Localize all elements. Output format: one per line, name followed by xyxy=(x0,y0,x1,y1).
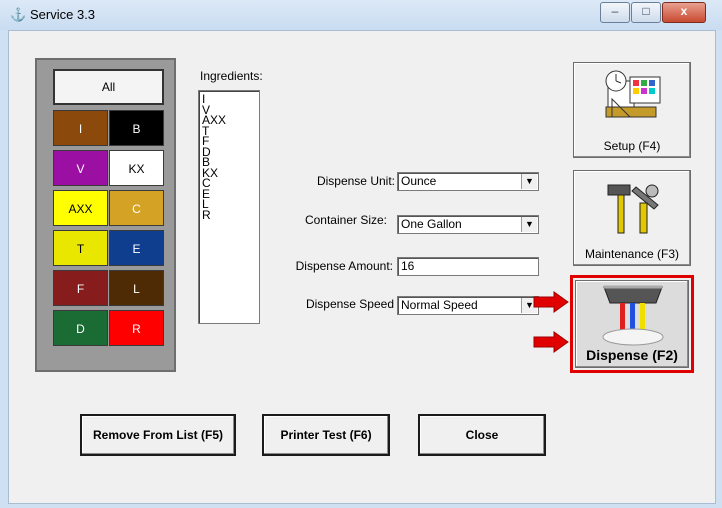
colorant-button[interactable]: F xyxy=(53,270,108,306)
colorant-button[interactable]: T xyxy=(53,230,108,266)
maintenance-button[interactable]: Maintenance (F3) xyxy=(573,170,691,266)
right-arrow-icon xyxy=(533,291,569,313)
dispense-amount-label: Dispense Amount: xyxy=(295,259,393,273)
tools-icon xyxy=(607,184,659,234)
colorant-button[interactable]: AXX xyxy=(53,190,108,226)
app-logo-icon: ⚓ xyxy=(10,7,27,22)
colorant-button[interactable]: C xyxy=(109,190,164,226)
colorant-button[interactable]: KX xyxy=(109,150,164,186)
list-item[interactable]: T xyxy=(202,125,259,136)
colorant-button[interactable]: V xyxy=(53,150,108,186)
colorant-button[interactable]: E xyxy=(109,230,164,266)
colorant-button[interactable]: D xyxy=(53,310,108,346)
setup-button[interactable]: Setup (F4) xyxy=(573,62,691,158)
container-size-select[interactable]: One Gallon ▼ xyxy=(397,215,539,234)
dispense-speed-label: Dispense Speed xyxy=(305,297,394,311)
dispense-button[interactable]: Dispense (F2) xyxy=(575,280,689,368)
chevron-down-icon[interactable]: ▼ xyxy=(521,217,537,232)
list-item[interactable]: E xyxy=(202,188,259,199)
colorant-button[interactable]: I xyxy=(53,110,108,146)
printer-test-button[interactable]: Printer Test (F6) xyxy=(262,414,390,456)
chevron-down-icon[interactable]: ▼ xyxy=(521,174,537,189)
setup-icon xyxy=(605,70,661,118)
window-controls: – □ x xyxy=(599,2,706,23)
dispense-button-label: Dispense (F2) xyxy=(586,347,678,363)
close-button[interactable]: Close xyxy=(418,414,546,456)
close-window-button[interactable]: x xyxy=(662,2,706,23)
dispenser-icon xyxy=(602,285,664,346)
dispense-unit-label: Dispense Unit: xyxy=(316,174,395,188)
minimize-button[interactable]: – xyxy=(600,2,630,23)
dispense-unit-value: Ounce xyxy=(401,174,437,188)
all-colorants-button[interactable]: All xyxy=(53,69,164,105)
ingredients-list[interactable]: I V AXX T F D B KX C E L R xyxy=(198,90,260,324)
colorant-button[interactable]: R xyxy=(109,310,164,346)
list-item[interactable]: AXX xyxy=(202,114,259,125)
container-size-label: Container Size: xyxy=(304,213,387,227)
container-size-value: One Gallon xyxy=(401,217,462,231)
right-arrow-icon xyxy=(533,331,569,353)
dispense-speed-value: Normal Speed xyxy=(401,298,478,312)
list-item[interactable]: I xyxy=(202,93,259,104)
ingredients-label: Ingredients: xyxy=(200,69,263,83)
maximize-button[interactable]: □ xyxy=(631,2,661,23)
setup-button-label: Setup (F4) xyxy=(603,139,661,153)
list-item[interactable]: D xyxy=(202,146,259,157)
window-title: Service 3.3 xyxy=(30,7,96,22)
dispense-unit-select[interactable]: Ounce ▼ xyxy=(397,172,539,191)
dispense-speed-select[interactable]: Normal Speed ▼ xyxy=(397,296,539,315)
dispense-amount-input[interactable]: 16 xyxy=(397,257,539,276)
maintenance-button-label: Maintenance (F3) xyxy=(584,247,680,261)
colorant-button[interactable]: L xyxy=(109,270,164,306)
remove-from-list-button[interactable]: Remove From List (F5) xyxy=(80,414,236,456)
colorant-button[interactable]: B xyxy=(109,110,164,146)
